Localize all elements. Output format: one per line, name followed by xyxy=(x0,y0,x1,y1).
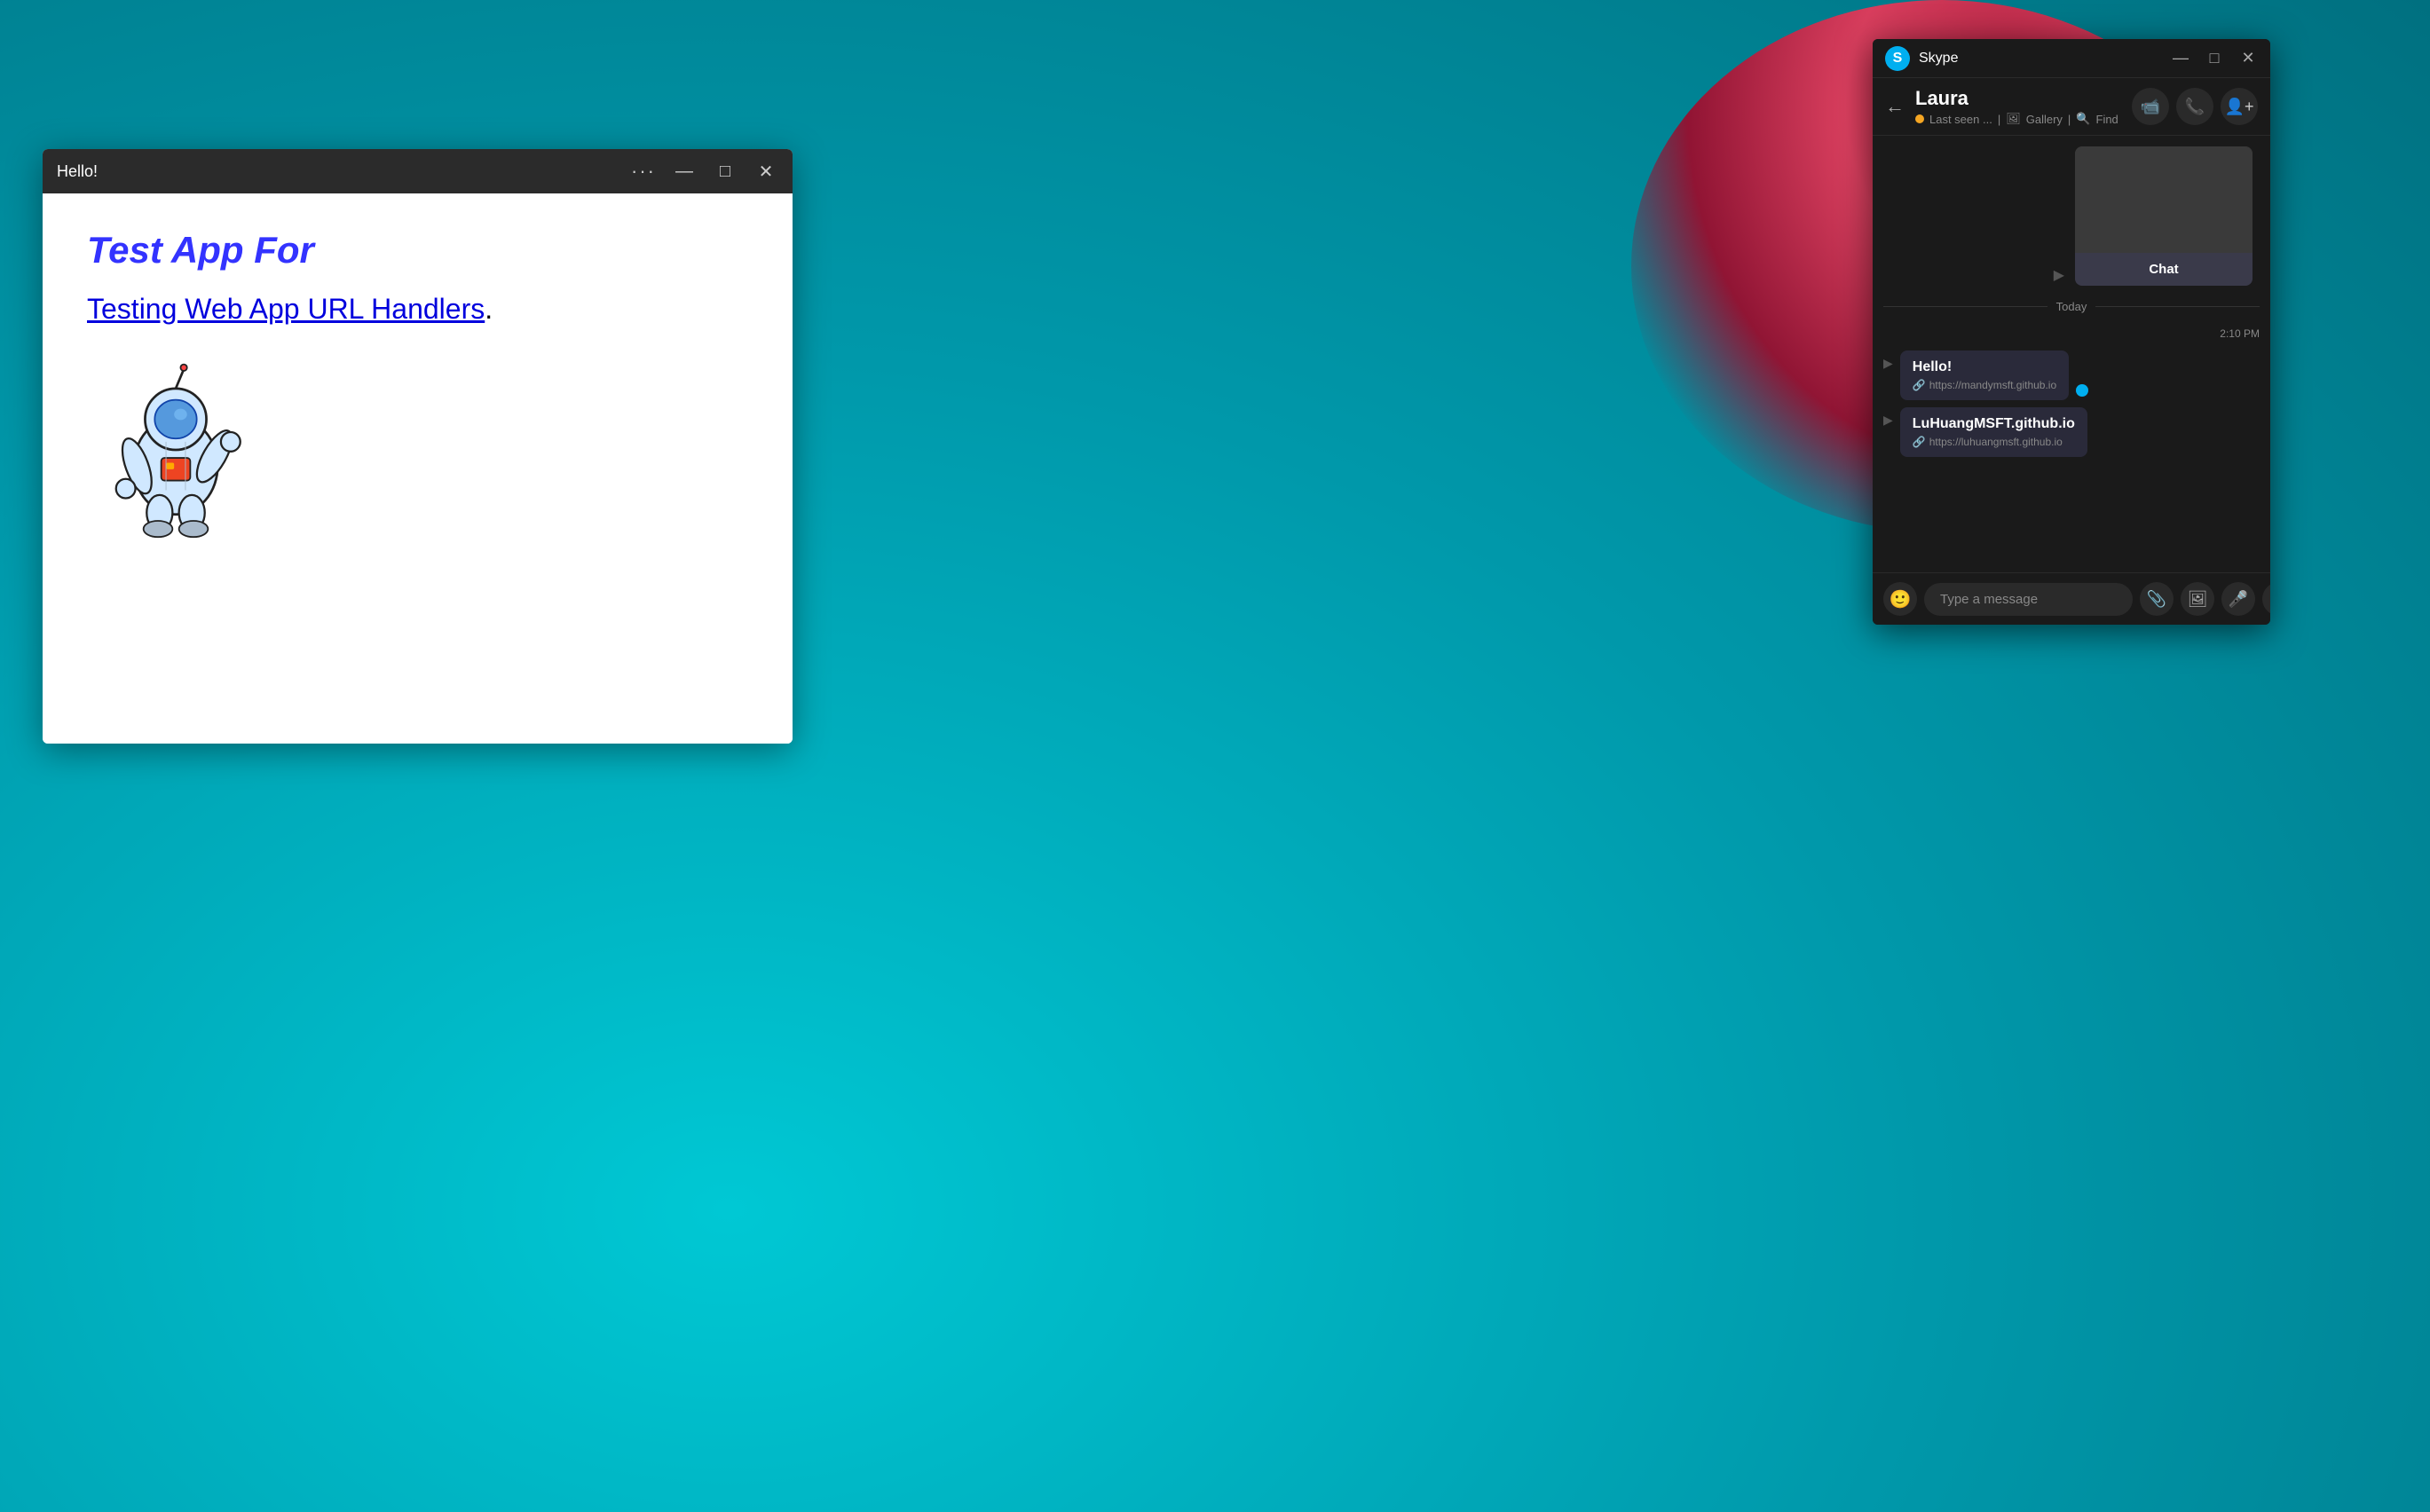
video-call-icon: 📹 xyxy=(2141,98,2160,116)
gallery-icon: 🖼 xyxy=(2006,112,2021,126)
skype-window: S Skype — □ ✕ ← Laura Last seen ... | 🖼 … xyxy=(1873,39,2270,625)
send-icon-1: ▶ xyxy=(1883,356,1893,371)
date-divider: Today xyxy=(1883,300,2260,313)
message-input[interactable] xyxy=(1924,583,2133,616)
webapp-link[interactable]: Testing Web App URL Handlers xyxy=(87,293,485,325)
webapp-content: Test App For Testing Web App URL Handler… xyxy=(43,193,793,744)
date-line-left xyxy=(1883,306,2047,307)
webapp-window: Hello! ··· — □ ✕ Test App For Testing We… xyxy=(43,149,793,744)
skype-titlebar: S Skype — □ ✕ xyxy=(1873,39,2270,78)
link-icon-1: 🔗 xyxy=(1913,379,1926,391)
message2-link-text: https://luhuangmsft.github.io xyxy=(1929,436,2063,448)
status-separator2: | xyxy=(2068,113,2071,126)
media-preview-card: Chat xyxy=(2075,146,2252,286)
add-contact-icon: 👤+ xyxy=(2225,98,2254,116)
skype-logo-letter: S xyxy=(1893,51,1903,67)
message-row-2: ▶ LuHuangMSFT.github.io 🔗 https://luhuan… xyxy=(1883,407,2260,457)
skype-chat-header: ← Laura Last seen ... | 🖼 Gallery | 🔍 Fi… xyxy=(1873,78,2270,136)
astronaut-container xyxy=(87,361,748,543)
skype-logo: S xyxy=(1885,46,1910,71)
contact-status: Last seen ... | 🖼 Gallery | 🔍 Find xyxy=(1915,112,2132,126)
find-label[interactable]: Find xyxy=(2096,113,2118,126)
blue-dot-indicator xyxy=(2076,384,2088,397)
mic-icon: 🎤 xyxy=(2229,590,2248,609)
webapp-period: . xyxy=(485,293,493,325)
gallery-label[interactable]: Gallery xyxy=(2026,113,2063,126)
attach-icon: 📎 xyxy=(2147,590,2166,609)
media-preview-image xyxy=(2075,146,2252,253)
image-icon: 🖼 xyxy=(2188,590,2208,609)
message2-title: LuHuangMSFT.github.io xyxy=(1913,416,2075,432)
video-call-button[interactable]: 📹 xyxy=(2132,88,2169,125)
message-timestamp: 2:10 PM xyxy=(1883,327,2260,340)
add-contact-button[interactable]: 👤+ xyxy=(2221,88,2258,125)
skype-minimize-button[interactable]: — xyxy=(2171,49,2190,68)
webapp-titlebar: Hello! ··· — □ ✕ xyxy=(43,149,793,193)
status-separator: | xyxy=(1998,113,2000,126)
skype-maximize-button[interactable]: □ xyxy=(2205,49,2224,68)
webapp-close-button[interactable]: ✕ xyxy=(753,159,778,184)
emoji-button[interactable]: 🙂 xyxy=(1883,582,1917,616)
webapp-title: Hello! xyxy=(57,162,631,181)
skype-titlebar-controls: — □ ✕ xyxy=(2171,49,2258,68)
image-button[interactable]: 🖼 xyxy=(2181,582,2214,616)
send-indicator-media: ▶ xyxy=(2054,266,2064,284)
message-bubble-2: LuHuangMSFT.github.io 🔗 https://luhuangm… xyxy=(1900,407,2087,457)
mic-button[interactable]: 🎤 xyxy=(2221,582,2255,616)
message1-title: Hello! xyxy=(1913,359,2056,375)
emoji-icon: 🙂 xyxy=(1890,588,1912,610)
send-icon-2: ▶ xyxy=(1883,413,1893,428)
date-line-right xyxy=(2095,306,2260,307)
date-text: Today xyxy=(2056,300,2087,313)
online-status-dot xyxy=(1915,114,1924,123)
webapp-maximize-button[interactable]: □ xyxy=(713,159,738,184)
attach-file-button[interactable]: 📎 xyxy=(2140,582,2174,616)
contact-info: Laura Last seen ... | 🖼 Gallery | 🔍 Find xyxy=(1915,87,2132,126)
find-icon: 🔍 xyxy=(2076,112,2090,126)
voice-call-icon: 📞 xyxy=(2185,98,2205,116)
contact-name: Laura xyxy=(1915,87,2132,110)
webapp-dots: ··· xyxy=(631,160,656,183)
voice-call-button[interactable]: 📞 xyxy=(2176,88,2213,125)
message-bubble-1: Hello! 🔗 https://mandymsft.github.io xyxy=(1900,350,2069,400)
webapp-titlebar-controls: ··· — □ ✕ xyxy=(631,159,778,184)
webapp-minimize-button[interactable]: — xyxy=(672,159,697,184)
webapp-link-line: Testing Web App URL Handlers. xyxy=(87,293,748,326)
message1-link-text: https://mandymsft.github.io xyxy=(1929,379,2056,391)
message1-link[interactable]: 🔗 https://mandymsft.github.io xyxy=(1913,379,2056,391)
message-row-1: ▶ Hello! 🔗 https://mandymsft.github.io xyxy=(1883,350,2260,400)
header-actions: 📹 📞 👤+ xyxy=(2132,88,2258,125)
media-preview-label: Chat xyxy=(2075,253,2252,286)
skype-input-bar: 🙂 📎 🖼 🎤 ··· xyxy=(1873,572,2270,625)
last-seen-text: Last seen ... xyxy=(1929,113,1992,126)
skype-chat-body[interactable]: ▶ Chat Today 2:10 PM ▶ Hello! 🔗 https://… xyxy=(1873,136,2270,572)
more-options-button[interactable]: ··· xyxy=(2262,582,2270,616)
webapp-heading: Test App For xyxy=(87,229,748,272)
skype-app-title: Skype xyxy=(1919,51,2171,67)
astronaut-image xyxy=(87,361,264,539)
back-button[interactable]: ← xyxy=(1885,95,1905,118)
link-icon-2: 🔗 xyxy=(1913,436,1926,448)
media-card-row: ▶ Chat xyxy=(1883,146,2260,286)
skype-close-button[interactable]: ✕ xyxy=(2238,49,2258,68)
message2-link[interactable]: 🔗 https://luhuangmsft.github.io xyxy=(1913,436,2075,448)
